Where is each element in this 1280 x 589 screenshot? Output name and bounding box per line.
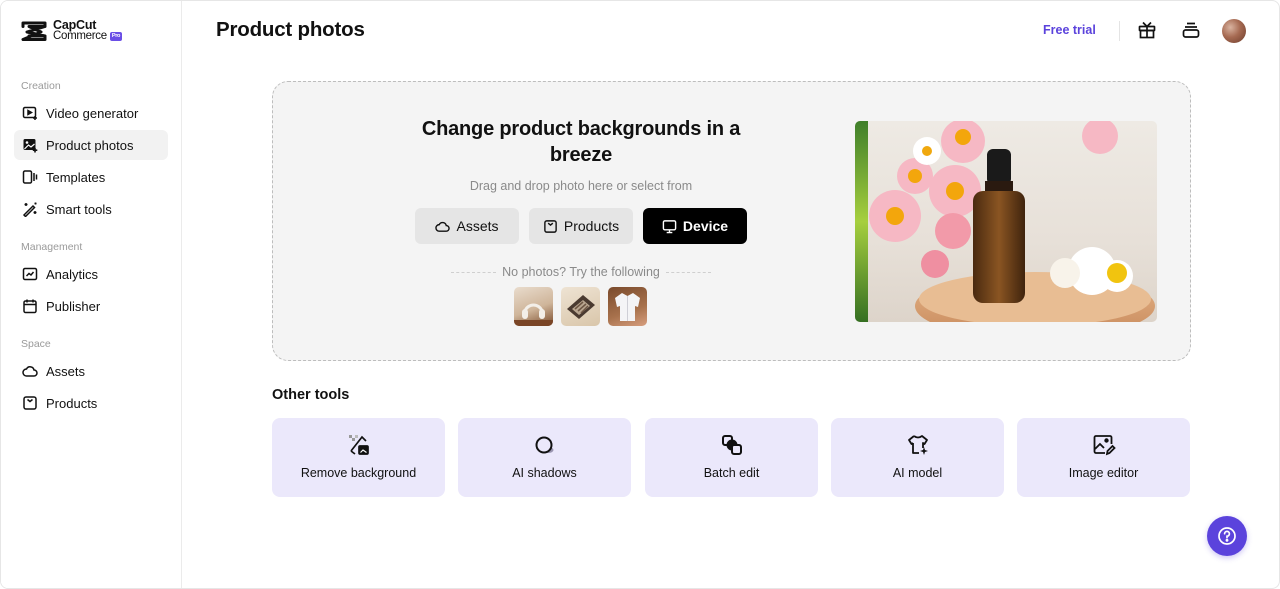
gift-icon[interactable] xyxy=(1137,20,1157,40)
dashed-divider xyxy=(665,271,712,273)
sample-headphones[interactable] xyxy=(514,287,553,326)
tool-image-editor[interactable]: Image editor xyxy=(1017,418,1190,497)
sidebar-item-label: Smart tools xyxy=(46,201,112,217)
section-label-management: Management xyxy=(21,241,83,253)
sample-prompt-text: No photos? Try the following xyxy=(502,265,660,279)
shirt-image xyxy=(615,293,640,321)
sidebar-item-label: Templates xyxy=(46,169,106,185)
sample-palette[interactable] xyxy=(561,287,600,326)
device-source-button[interactable]: Device xyxy=(643,208,747,244)
product-box-icon xyxy=(23,396,37,410)
tool-label: AI shadows xyxy=(512,466,577,480)
assets-source-button[interactable]: Assets xyxy=(415,208,519,244)
sidebar-item-smart-tools[interactable]: Smart tools xyxy=(14,194,168,224)
remove-background-icon xyxy=(348,435,369,455)
sidebar-item-products[interactable]: Products xyxy=(14,388,168,418)
sidebar-item-analytics[interactable]: Analytics xyxy=(14,259,168,289)
monitor-icon xyxy=(662,219,677,233)
tool-ai-shadows[interactable]: AI shadows xyxy=(458,418,631,497)
sidebar-item-label: Analytics xyxy=(46,266,99,282)
products-source-button[interactable]: Products xyxy=(529,208,633,244)
video-generator-icon xyxy=(22,106,37,120)
tool-label: AI model xyxy=(892,466,943,480)
sidebar-item-label: Product photos xyxy=(46,137,134,153)
sidebar-item-label: Video generator xyxy=(46,105,139,121)
sidebar-item-assets[interactable]: Assets xyxy=(14,356,168,386)
avatar[interactable] xyxy=(1222,19,1246,43)
tool-batch-edit[interactable]: Batch edit xyxy=(645,418,818,497)
sidebar-item-templates[interactable]: Templates xyxy=(14,162,168,192)
sidebar-item-label: Assets xyxy=(46,363,86,379)
hero-product-image xyxy=(855,121,1157,322)
sidebar-item-publisher[interactable]: Publisher xyxy=(14,291,168,321)
header-divider xyxy=(1119,21,1120,41)
cloud-icon xyxy=(22,366,38,377)
magic-wand-icon xyxy=(22,202,37,217)
pro-badge: Pro xyxy=(109,32,123,41)
cloud-icon xyxy=(435,221,451,232)
logo[interactable]: CapCut Commerce Pro xyxy=(21,19,123,42)
dashed-divider xyxy=(451,271,497,273)
free-trial-link[interactable]: Free trial xyxy=(1043,23,1096,37)
ai-model-shirt-icon xyxy=(907,435,928,455)
calendar-icon xyxy=(23,299,37,314)
other-tools-title: Other tools xyxy=(272,387,350,403)
sample-prompt: No photos? Try the following xyxy=(451,265,712,279)
help-button[interactable] xyxy=(1207,516,1247,556)
sidebar-item-product-photos[interactable]: Product photos xyxy=(14,130,168,160)
tool-label: Remove background xyxy=(300,466,417,480)
brand-product: Commerce xyxy=(53,30,107,42)
upload-headline: Change product backgrounds in a breeze xyxy=(421,118,741,166)
templates-icon xyxy=(22,170,38,184)
tool-label: Image editor xyxy=(1068,466,1139,480)
sidebar-item-label: Publisher xyxy=(46,298,101,314)
sidebar-item-video-generator[interactable]: Video generator xyxy=(14,98,168,128)
sidebar: CapCut Commerce Pro Creation Video genera… xyxy=(1,1,182,588)
page-title: Product photos xyxy=(216,18,365,41)
tool-label: Batch edit xyxy=(703,466,760,480)
help-icon xyxy=(1218,527,1236,545)
analytics-icon xyxy=(22,267,38,281)
tool-remove-background[interactable]: Remove background xyxy=(272,418,445,497)
image-edit-icon xyxy=(1093,435,1116,456)
tool-ai-model[interactable]: AI model xyxy=(831,418,1004,497)
app-window: CapCut Commerce Pro Creation Video genera… xyxy=(0,0,1280,589)
palette-image xyxy=(567,295,595,319)
button-label: Assets xyxy=(456,218,499,234)
product-box-icon xyxy=(544,219,557,233)
hero-illustration xyxy=(855,121,1155,322)
shadow-icon xyxy=(535,436,553,454)
capcut-logo-icon xyxy=(21,21,47,41)
sample-shirt[interactable] xyxy=(608,287,647,326)
headphones-image xyxy=(514,303,553,326)
button-label: Products xyxy=(563,218,620,234)
section-label-space: Space xyxy=(21,338,51,350)
product-photos-icon xyxy=(23,139,38,153)
sidebar-item-label: Products xyxy=(46,395,98,411)
button-label: Device xyxy=(682,218,729,234)
stack-icon[interactable] xyxy=(1181,20,1201,40)
batch-edit-icon xyxy=(721,435,742,455)
section-label-creation: Creation xyxy=(21,80,61,92)
upload-subline: Drag and drop photo here or select from xyxy=(469,179,693,193)
